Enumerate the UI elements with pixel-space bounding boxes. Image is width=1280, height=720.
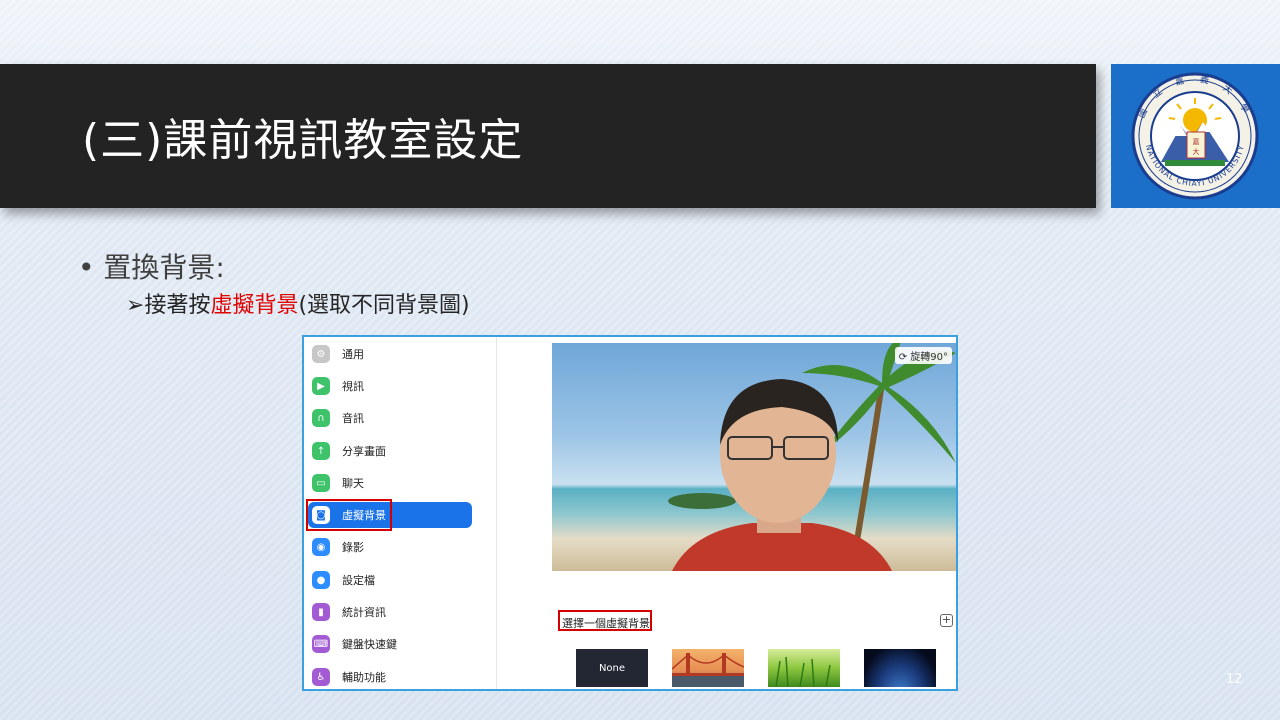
sidebar-item-label: 輔助功能 bbox=[342, 671, 386, 684]
sidebar-item-label: 聊天 bbox=[342, 477, 364, 490]
sidebar-item-label: 統計資訊 bbox=[342, 606, 386, 619]
sidebar-item-audio[interactable]: ∩ 音訊 bbox=[308, 405, 472, 431]
sidebar-item-label: 鍵盤快速鍵 bbox=[342, 638, 397, 651]
add-background-button[interactable]: + bbox=[940, 614, 953, 627]
arrow-bullet-icon: ➢ bbox=[126, 293, 145, 318]
slide-title: (三)課前視訊教室設定 bbox=[82, 115, 524, 166]
step-text-highlight: 虛擬背景 bbox=[210, 293, 299, 318]
sidebar-item-label: 設定檔 bbox=[342, 574, 375, 587]
background-thumb-earth[interactable] bbox=[864, 649, 936, 687]
sidebar-item-label: 分享畫面 bbox=[342, 445, 386, 458]
accessibility-icon: ♿ bbox=[312, 668, 330, 686]
step-text-after: (選取不同背景圖) bbox=[298, 293, 470, 318]
grass-image bbox=[775, 656, 831, 687]
camera-preview: ⟳ 旋轉90° bbox=[552, 343, 956, 571]
gear-icon: ⚙ bbox=[312, 345, 330, 363]
background-thumb-golden-gate[interactable] bbox=[672, 649, 744, 687]
sidebar-item-statistics[interactable]: ▮ 統計資訊 bbox=[308, 599, 472, 625]
video-icon: ▶ bbox=[312, 377, 330, 395]
bullet-replace-background: • 置換背景: bbox=[78, 251, 225, 284]
sidebar-item-profile[interactable]: ● 設定檔 bbox=[308, 567, 472, 593]
background-thumb-grass[interactable] bbox=[768, 649, 840, 687]
zoom-settings-screenshot: ⚙ 通用 ▶ 視訊 ∩ 音訊 ↑ 分享畫面 ▭ 聊天 ◙ 虛擬背景 ◉ 錄影 ● bbox=[302, 335, 958, 691]
bullet-virtual-background-step: ➢接著按虛擬背景(選取不同背景圖) bbox=[126, 287, 470, 319]
keyboard-icon: ⌨ bbox=[312, 635, 330, 653]
highlight-box-choose-label bbox=[558, 610, 652, 631]
record-icon: ◉ bbox=[312, 538, 330, 556]
headphone-icon: ∩ bbox=[312, 409, 330, 427]
bridge-image bbox=[672, 653, 744, 687]
rotate-90-button[interactable]: ⟳ 旋轉90° bbox=[894, 347, 952, 364]
background-thumb-none[interactable]: None bbox=[576, 649, 648, 687]
sidebar-item-video[interactable]: ▶ 視訊 bbox=[308, 373, 472, 399]
svg-text:嘉: 嘉 bbox=[1193, 137, 1200, 146]
sidebar-item-label: 視訊 bbox=[342, 380, 364, 393]
sidebar-item-label: 通用 bbox=[342, 348, 364, 361]
profile-icon: ● bbox=[312, 571, 330, 589]
sidebar-item-accessibility[interactable]: ♿ 輔助功能 bbox=[308, 664, 472, 689]
sidebar-item-general[interactable]: ⚙ 通用 bbox=[308, 341, 472, 367]
sidebar-item-label: 音訊 bbox=[342, 412, 364, 425]
step-text-before: 接著按 bbox=[144, 293, 211, 318]
sidebar-item-chat[interactable]: ▭ 聊天 bbox=[308, 470, 472, 496]
sidebar-item-label: 錄影 bbox=[342, 541, 364, 554]
highlight-box-virtual-background bbox=[306, 499, 392, 531]
settings-sidebar: ⚙ 通用 ▶ 視訊 ∩ 音訊 ↑ 分享畫面 ▭ 聊天 ◙ 虛擬背景 ◉ 錄影 ● bbox=[304, 337, 497, 689]
virtual-background-preview-image bbox=[668, 343, 956, 571]
sidebar-item-share-screen[interactable]: ↑ 分享畫面 bbox=[308, 438, 472, 464]
svg-text:大: 大 bbox=[1193, 147, 1200, 156]
statistics-icon: ▮ bbox=[312, 603, 330, 621]
university-logo-panel: 嘉 大 NATIONAL CHIAYI UNIVERSITY 國 立 嘉 義 大… bbox=[1111, 64, 1280, 208]
sidebar-item-keyboard-shortcuts[interactable]: ⌨ 鍵盤快速鍵 bbox=[308, 631, 472, 657]
university-seal-icon: 嘉 大 NATIONAL CHIAYI UNIVERSITY 國 立 嘉 義 大… bbox=[1131, 72, 1259, 200]
sidebar-item-recording[interactable]: ◉ 錄影 bbox=[308, 534, 472, 560]
page-number: 12 bbox=[1226, 672, 1243, 687]
share-screen-icon: ↑ bbox=[312, 442, 330, 460]
chat-icon: ▭ bbox=[312, 474, 330, 492]
